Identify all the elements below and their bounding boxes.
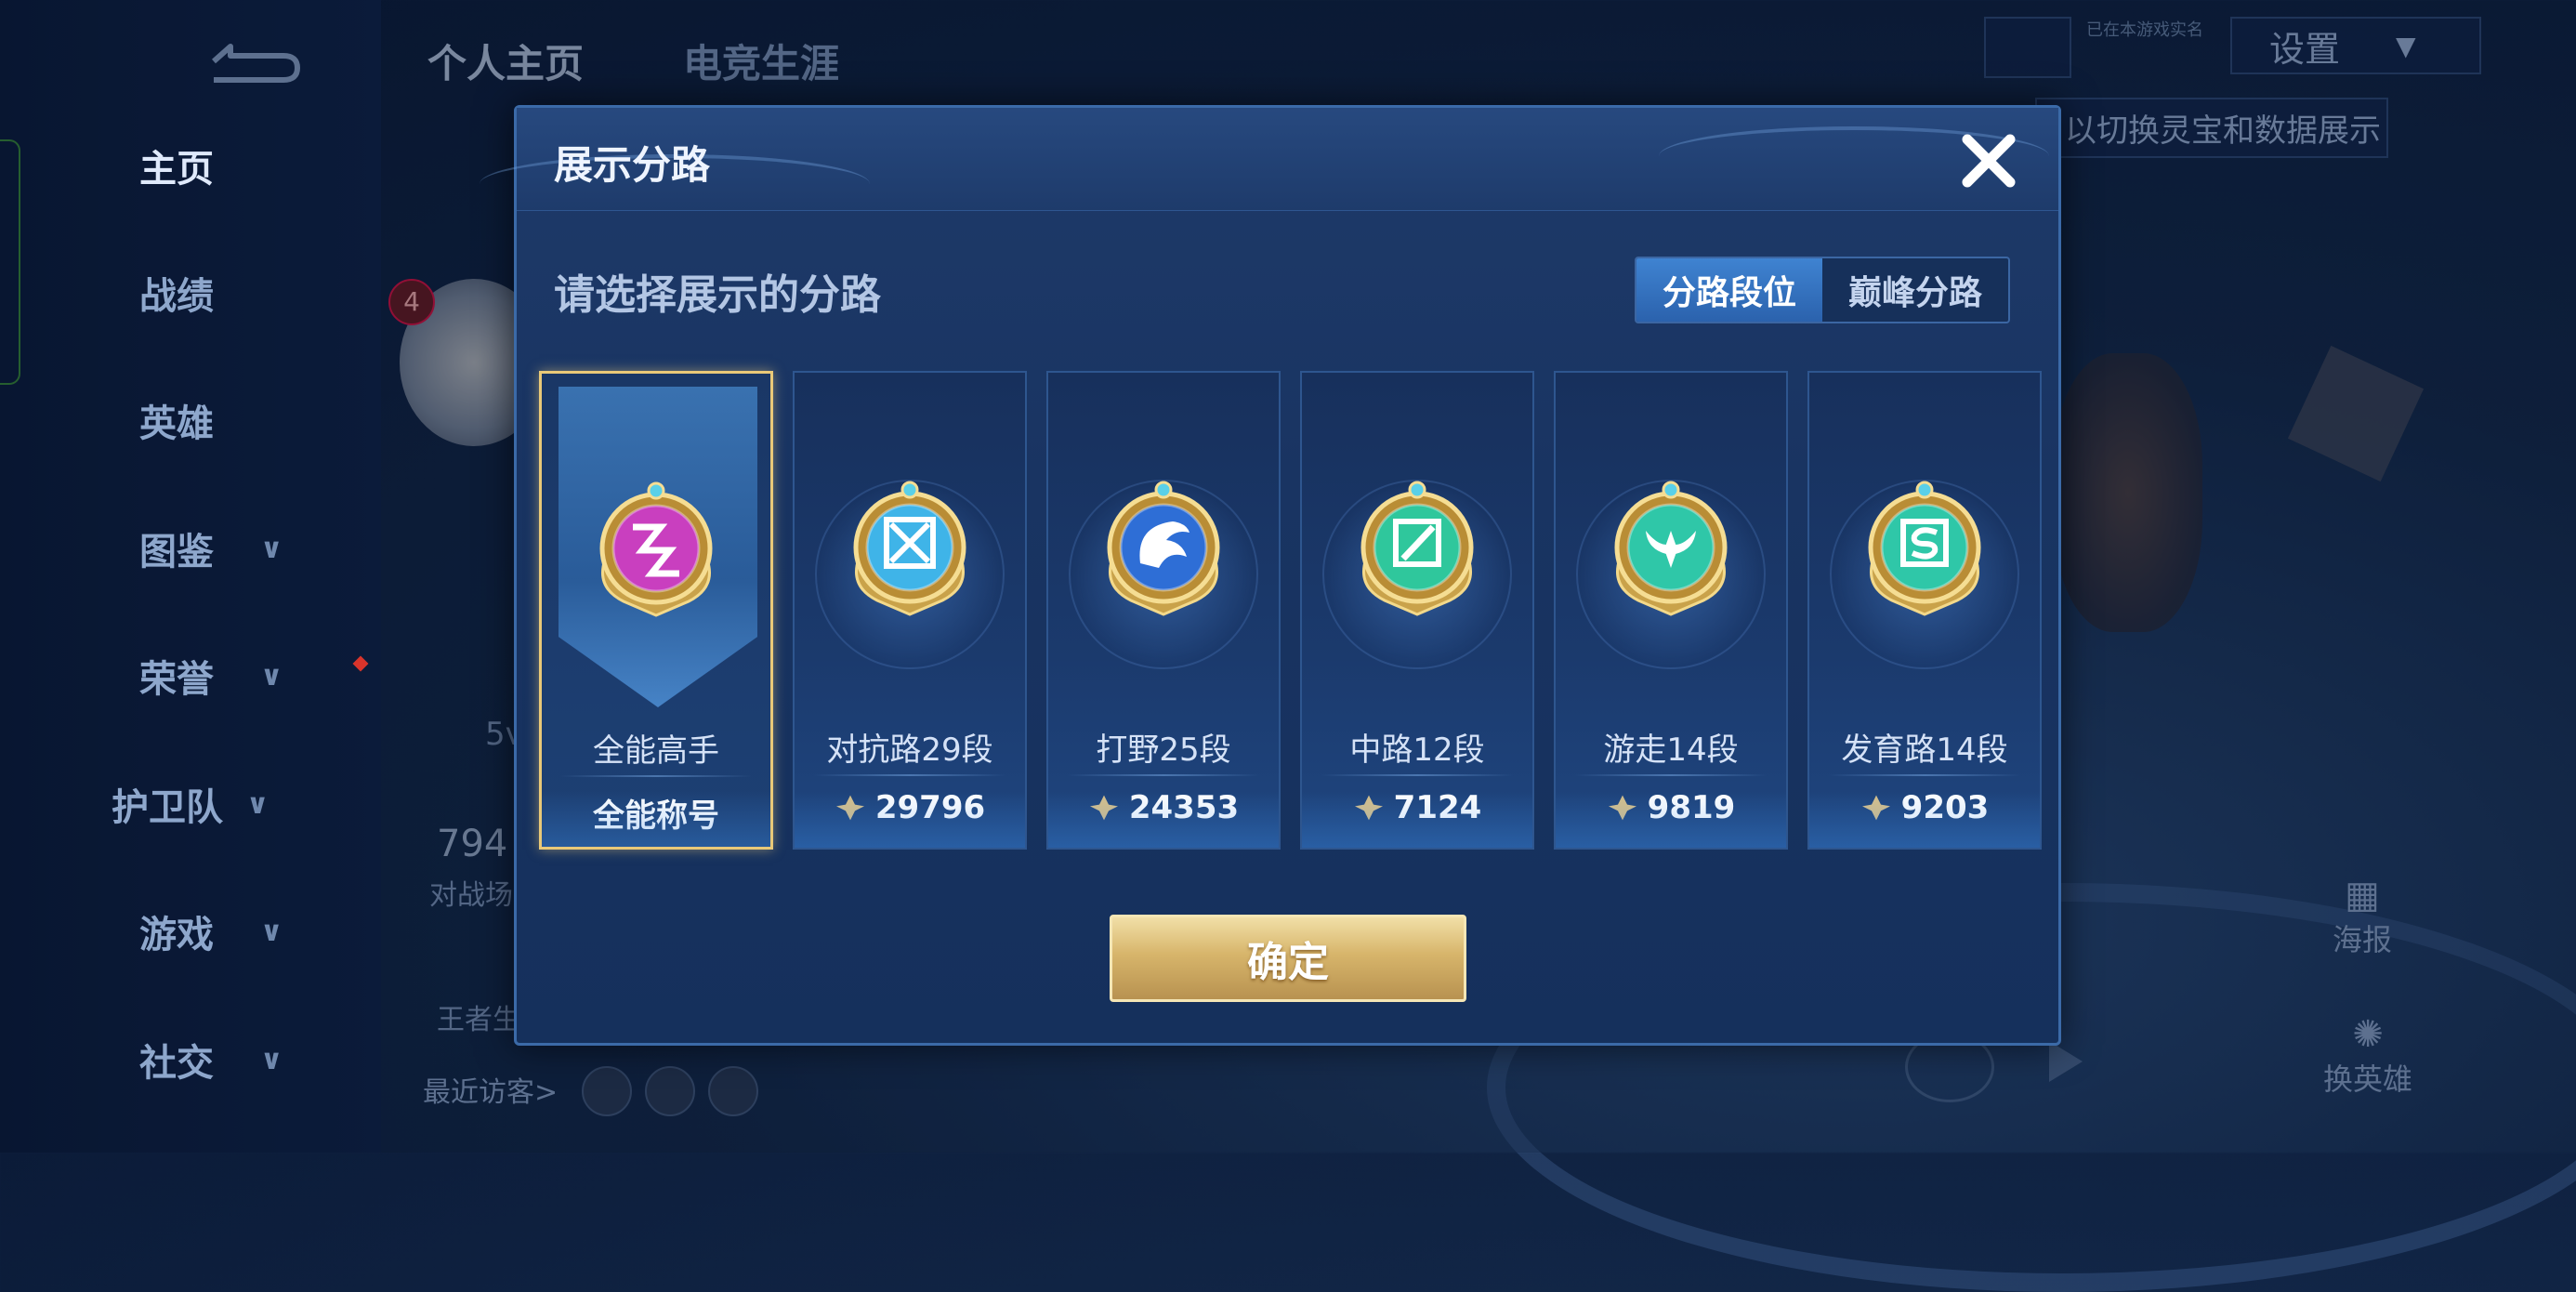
lane-card[interactable]: 全能高手全能称号 xyxy=(539,371,773,850)
mid-lane-emblem-icon xyxy=(1360,481,1474,616)
sidebar-item-label: 图鉴 xyxy=(139,531,214,573)
card-divider xyxy=(1574,774,1768,776)
card-divider xyxy=(813,774,1006,776)
close-icon[interactable] xyxy=(1956,128,2021,193)
lane-card[interactable]: 中路12段7124 xyxy=(1300,371,1534,850)
card-glow xyxy=(1556,792,1786,848)
lane-rank-label: 打野25段 xyxy=(1096,732,1231,769)
sidebar-item[interactable]: 主页 xyxy=(139,138,362,193)
tab-peak-lane[interactable]: 巅峰分路 xyxy=(1822,258,2008,322)
sidebar-item-label: 战绩 xyxy=(139,275,214,318)
sidebar-item[interactable]: 护卫队 ∨ xyxy=(112,776,335,832)
sidebar-item[interactable]: 图鉴 ∨ xyxy=(139,521,362,576)
lane-rank-label: 全能高手 xyxy=(593,732,719,770)
card-divider xyxy=(1828,774,2021,776)
chevron-down-icon: ∨ xyxy=(260,1043,283,1076)
sidebar-item[interactable]: 荣誉 ∨ xyxy=(139,648,362,704)
card-glow xyxy=(1302,792,1532,848)
card-glow xyxy=(795,792,1025,848)
sidebar-item-label: 护卫队 xyxy=(112,786,223,829)
confirm-button[interactable]: 确定 xyxy=(1110,915,1466,1002)
tab-lane-rank[interactable]: 分路段位 xyxy=(1636,258,1822,322)
chevron-down-icon: ∨ xyxy=(260,532,283,565)
card-glow xyxy=(1048,792,1279,848)
clash-lane-emblem-icon xyxy=(853,481,966,616)
lane-rank-label: 中路12段 xyxy=(1349,732,1485,769)
sidebar-item[interactable]: 游戏 ∨ xyxy=(139,903,362,959)
sidebar-item-label: 主页 xyxy=(139,148,214,191)
roam-emblem-icon xyxy=(1614,481,1728,616)
lane-card[interactable]: 打野25段24353 xyxy=(1046,371,1281,850)
sidebar-item-label: 社交 xyxy=(139,1042,214,1085)
sidebar-item[interactable]: 英雄 xyxy=(139,392,362,448)
jungle-emblem-icon xyxy=(1107,481,1220,616)
lane-rank-label: 对抗路29段 xyxy=(826,732,993,769)
card-divider xyxy=(560,775,752,777)
allround-emblem-icon xyxy=(599,481,713,617)
sidebar-item[interactable]: 战绩 xyxy=(139,265,362,321)
lane-card[interactable]: 发育路14段9203 xyxy=(1807,371,2042,850)
chevron-down-icon: ∨ xyxy=(260,915,283,948)
chevron-down-icon: ∨ xyxy=(246,787,269,821)
sidebar-item-label: 荣誉 xyxy=(139,658,214,701)
lane-card[interactable]: 对抗路29段29796 xyxy=(793,371,1027,850)
sidebar-item-label: 英雄 xyxy=(139,402,214,445)
card-divider xyxy=(1067,774,1260,776)
dialog-title: 展示分路 xyxy=(554,142,711,188)
sidebar-item-label: 游戏 xyxy=(139,914,214,956)
lane-mode-tabs: 分路段位 巅峰分路 xyxy=(1634,257,2010,323)
lane-rank-label: 发育路14段 xyxy=(1841,732,2008,769)
lane-cards: 全能高手全能称号对抗路29段29796打野25段24353中路12段7124游走… xyxy=(539,371,2044,850)
dialog-header: 展示分路 xyxy=(480,108,2058,211)
chevron-down-icon: ∨ xyxy=(260,659,283,692)
lane-card[interactable]: 游走14段9819 xyxy=(1554,371,1788,850)
lane-display-dialog: 展示分路 请选择展示的分路 分路段位 巅峰分路 全能高手全能称号对抗路29段29… xyxy=(480,105,2061,1046)
card-glow xyxy=(1809,792,2040,848)
card-glow xyxy=(542,791,770,847)
lane-rank-label: 游走14段 xyxy=(1603,732,1739,769)
sidebar-item[interactable]: 社交 ∨ xyxy=(139,1032,362,1088)
card-divider xyxy=(1321,774,1514,776)
farm-lane-emblem-icon xyxy=(1868,481,1981,616)
dialog-subtitle: 请选择展示的分路 xyxy=(554,271,881,319)
